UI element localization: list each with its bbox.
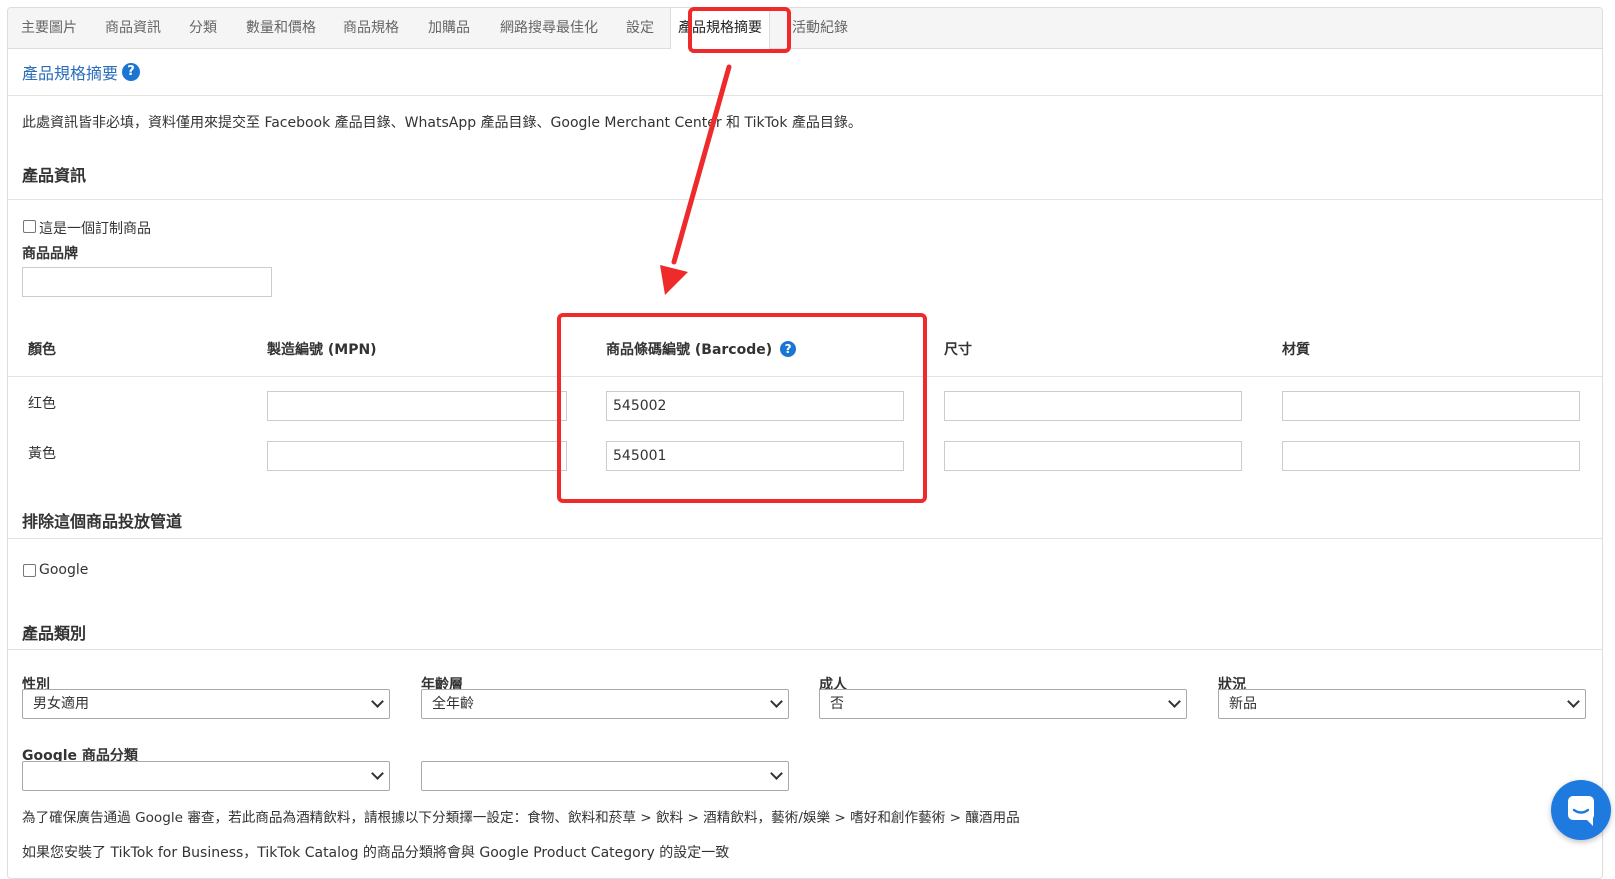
chat-launcher-button[interactable] <box>1551 780 1611 840</box>
annotation-arrow-icon <box>660 64 732 295</box>
chat-bubble-icon <box>1568 796 1594 826</box>
